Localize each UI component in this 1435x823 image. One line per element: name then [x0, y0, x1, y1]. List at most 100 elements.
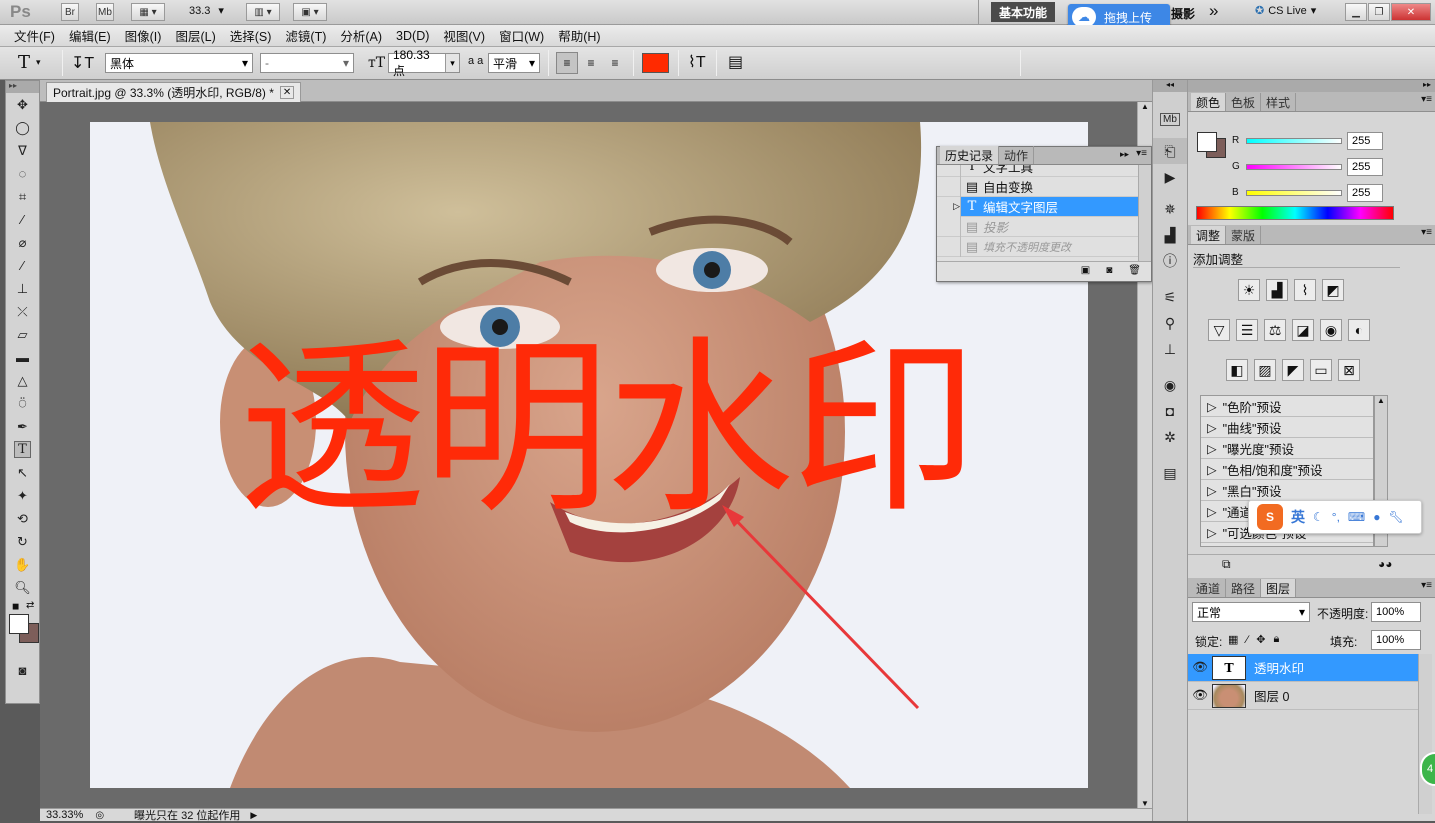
lock-position-icon[interactable]: ✥	[1256, 633, 1265, 646]
return-to-list-icon[interactable]: ⧉	[1222, 557, 1231, 572]
layers-list: 👁︎ T 透明水印 👁︎ 图层 0	[1188, 654, 1418, 710]
layer-row-image[interactable]: 👁︎ 图层 0	[1188, 682, 1418, 710]
tab-swatches[interactable]: 色板	[1226, 93, 1262, 111]
selective-color-button[interactable]: ⊠	[1338, 359, 1360, 381]
histogram-panel-button[interactable]: ▟	[1153, 222, 1187, 248]
panel-menu-icon[interactable]: ▾≡	[1136, 148, 1147, 159]
preset-hue-saturation[interactable]: ▷ "色相/饱和度"预设	[1201, 459, 1373, 480]
panel-menu-icon[interactable]: ▾≡	[1421, 580, 1432, 591]
threshold-icon: ◤	[1287, 361, 1299, 378]
punctuation-icon[interactable]: °,	[1332, 510, 1340, 524]
tab-masks[interactable]: 蒙版	[1226, 226, 1262, 244]
tab-adjustments[interactable]: 调整	[1191, 226, 1227, 244]
invert-icon: ◧	[1230, 361, 1244, 378]
animation-icon: ✲	[1164, 428, 1176, 445]
b-value-field[interactable]: 255	[1347, 184, 1383, 202]
preset-levels[interactable]: ▷ "色阶"预设	[1201, 396, 1373, 417]
posterize-button[interactable]: ▨	[1254, 359, 1276, 381]
user-icon[interactable]: ●	[1373, 510, 1380, 524]
adjustments-title: 添加调整	[1193, 253, 1244, 267]
history-item[interactable]: ▤ 投影	[937, 216, 1151, 237]
right-panels: ▸▸ 颜色 色板 样式 ▾≡ R 255 G 255 B 255 调整 蒙版 ▾…	[1188, 80, 1435, 821]
document-icon: ▤	[965, 218, 979, 234]
camera-icon[interactable]: ◙	[1106, 265, 1112, 276]
hue-saturation-icon: ☰	[1240, 321, 1254, 338]
history-item-selected[interactable]: ▷ T 编辑文字图层	[937, 196, 1151, 217]
levels-button[interactable]: ▟	[1266, 279, 1288, 301]
foreground-color-swatch[interactable]	[1197, 132, 1217, 152]
gradient-map-button[interactable]: ▭	[1310, 359, 1332, 381]
mini-bridge-panel-button[interactable]: Mb	[1153, 106, 1187, 132]
history-scrollbar[interactable]	[1138, 165, 1151, 261]
panel-menu-icon[interactable]: ▾≡	[1421, 227, 1432, 238]
exposure-button[interactable]: ◩	[1322, 279, 1344, 301]
g-slider[interactable]	[1246, 164, 1342, 170]
clip-settings-icon[interactable]: ◕◕	[1378, 557, 1393, 571]
preset-exposure[interactable]: ▷ "曝光度"预设	[1201, 438, 1373, 459]
clone-source-button[interactable]: ⊥	[1153, 336, 1187, 362]
ime-toolbar[interactable]: S 英 ☾ °, ⌨ ● 🔧︎	[1248, 500, 1422, 534]
black-white-button[interactable]: ◪	[1292, 319, 1314, 341]
b-slider[interactable]	[1246, 190, 1342, 196]
panel-menu-icon[interactable]: ▾≡	[1421, 94, 1432, 105]
history-item[interactable]: T 文字工具	[937, 165, 1151, 177]
navigator-button[interactable]: ◉	[1153, 372, 1187, 398]
tab-history[interactable]: 历史记录	[940, 146, 1000, 164]
hue-saturation-button[interactable]: ☰	[1236, 319, 1258, 341]
threshold-button[interactable]: ◤	[1282, 359, 1304, 381]
visibility-eye-icon[interactable]: 👁︎	[1188, 660, 1212, 675]
curves-button[interactable]: ⌇	[1294, 279, 1316, 301]
channel-mixer-button[interactable]: ◐	[1348, 319, 1370, 341]
info-panel-button[interactable]: ⓘ	[1153, 248, 1187, 274]
trash-icon[interactable]: 🗑︎	[1128, 265, 1141, 276]
brightness-contrast-button[interactable]: ☀	[1238, 279, 1260, 301]
tab-actions[interactable]: 动作	[999, 146, 1035, 164]
tab-paths[interactable]: 路径	[1226, 579, 1262, 597]
history-panel-button[interactable]: ⎗	[1153, 138, 1187, 164]
3d-panel-button[interactable]: ✵	[1153, 196, 1187, 222]
tab-color[interactable]: 颜色	[1191, 93, 1227, 111]
invert-button[interactable]: ◧	[1226, 359, 1248, 381]
keyboard-icon[interactable]: ⌨	[1348, 510, 1365, 524]
moon-icon[interactable]: ☾	[1313, 510, 1324, 524]
vibrance-button[interactable]: ▽	[1208, 319, 1230, 341]
brushes-icon: ⚲	[1164, 314, 1176, 331]
brushes-button[interactable]: ⚲	[1153, 310, 1187, 336]
history-item[interactable]: ▤ 自由变换	[937, 176, 1151, 197]
photo-filter-button[interactable]: ◉	[1320, 319, 1342, 341]
tab-styles[interactable]: 样式	[1261, 93, 1297, 111]
blend-mode-select[interactable]: 正常 ▾	[1192, 602, 1310, 622]
preset-black-white[interactable]: ▷ "黑白"预设	[1201, 480, 1373, 501]
color-ramp[interactable]	[1196, 206, 1394, 220]
animation-button[interactable]: ✲	[1153, 424, 1187, 450]
ime-lang[interactable]: 英	[1291, 507, 1305, 527]
text-layer-thumbnail-icon: T	[1212, 655, 1246, 680]
layer-row-text[interactable]: 👁︎ T 透明水印	[1188, 654, 1418, 682]
snapshot-icon[interactable]: ▣	[1081, 265, 1090, 276]
layers-scrollbar[interactable]	[1418, 654, 1432, 814]
lock-pixels-icon[interactable]: ∕	[1246, 634, 1248, 646]
brush-presets-button[interactable]: ⚟	[1153, 284, 1187, 310]
type-icon: T	[967, 165, 977, 174]
history-item[interactable]: ▤ 填充不透明度更改	[937, 236, 1151, 257]
color-balance-button[interactable]: ⚖	[1264, 319, 1286, 341]
tab-layers[interactable]: 图层	[1261, 579, 1297, 597]
brightness-icon: ☀	[1242, 281, 1256, 298]
lock-transparency-icon[interactable]: ▦	[1228, 633, 1238, 646]
tab-channels[interactable]: 通道	[1191, 579, 1227, 597]
wrench-icon[interactable]: 🔧︎	[1388, 510, 1403, 524]
type-icon: T	[967, 199, 977, 214]
fill-field[interactable]: 100%	[1371, 630, 1421, 650]
g-value-field[interactable]: 255	[1347, 158, 1383, 176]
opacity-field[interactable]: 100%	[1371, 602, 1421, 622]
masks-button[interactable]: ◘	[1153, 398, 1187, 424]
lock-all-icon[interactable]: 🔒︎	[1273, 633, 1279, 646]
notes-button[interactable]: ▤	[1153, 460, 1187, 486]
actions-panel-button[interactable]: ▶	[1153, 164, 1187, 190]
channel-mixer-icon: ◐	[1354, 322, 1364, 338]
collapse-icon[interactable]: ▸▸	[1120, 149, 1129, 160]
preset-curves[interactable]: ▷ "曲线"预设	[1201, 417, 1373, 438]
r-slider[interactable]	[1246, 138, 1342, 144]
r-value-field[interactable]: 255	[1347, 132, 1383, 150]
visibility-eye-icon[interactable]: 👁︎	[1188, 688, 1212, 703]
